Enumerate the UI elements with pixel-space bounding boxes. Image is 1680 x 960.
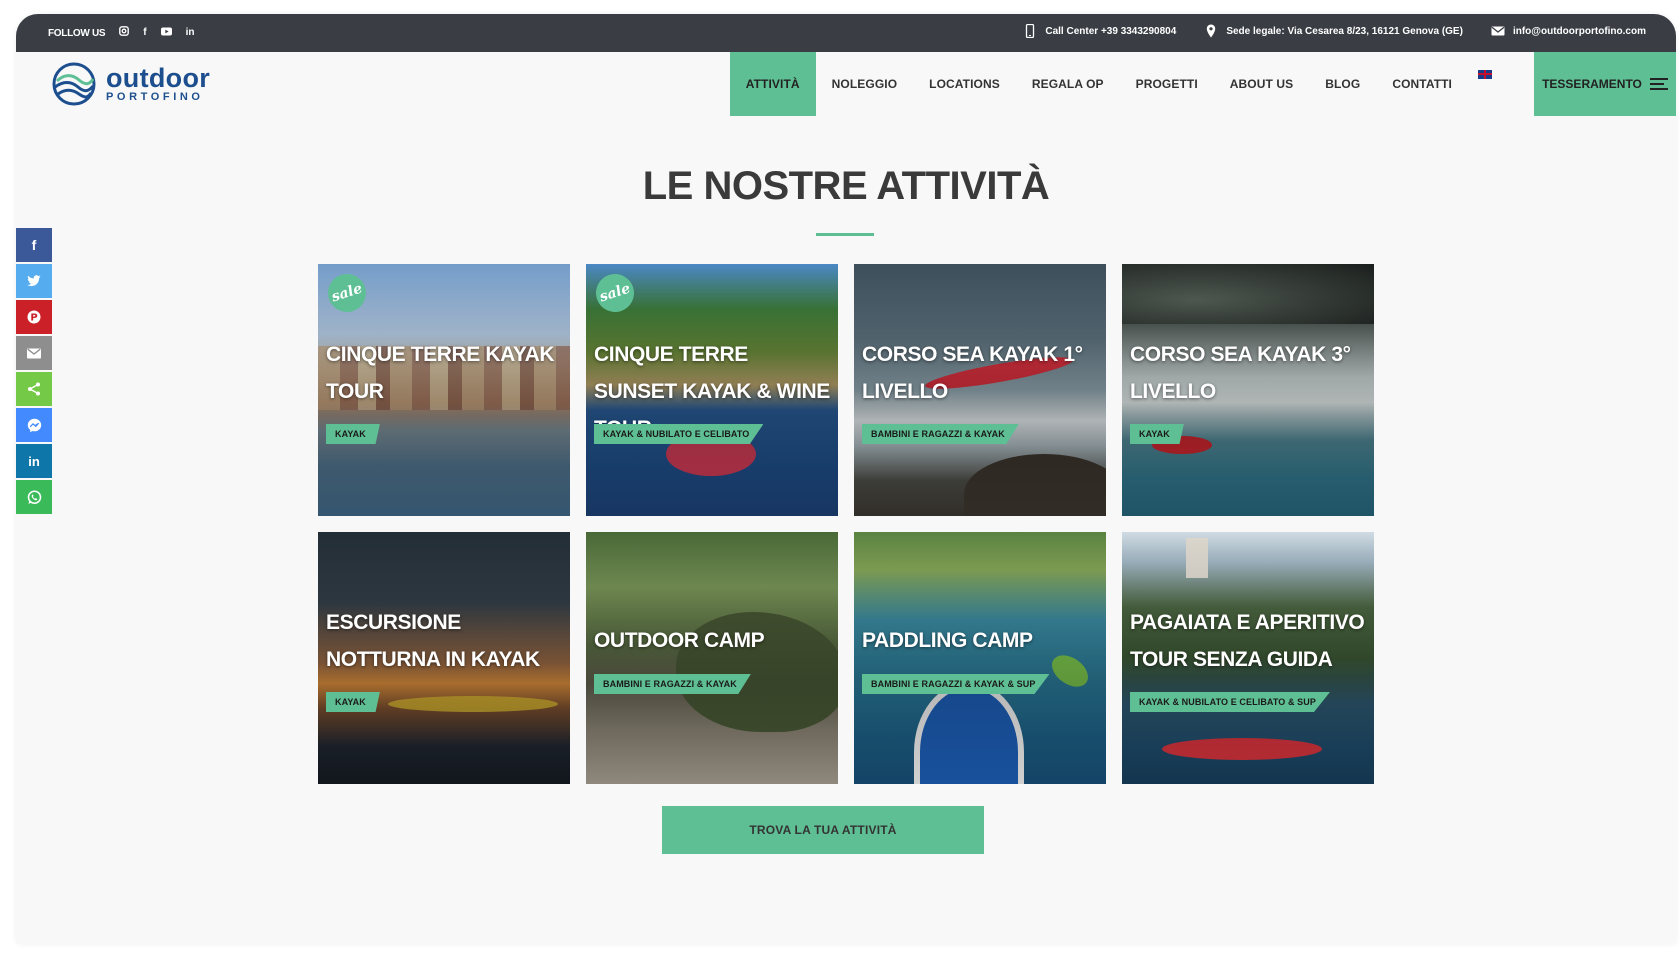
share-generic-button[interactable] [16,372,52,408]
card-title: OUTDOOR CAMP [594,629,765,652]
card-title: PAGAIATA E APERITIVO TOUR SENZA GUIDA [1130,611,1365,671]
logo[interactable]: outdoor PORTOFINO [52,62,210,106]
nav-item-regala-op[interactable]: REGALA OP [1016,52,1120,116]
activity-card[interactable]: OUTDOOR CAMP BAMBINI E RAGAZZI & KAYAK [586,532,838,784]
activity-card[interactable]: CORSO SEA KAYAK 1° LIVELLO BAMBINI E RAG… [854,264,1106,516]
logo-wordmark: outdoor [106,63,211,93]
title-underline [816,233,874,236]
mail-icon [27,348,41,358]
phone-icon [1026,24,1035,38]
share-facebook-button[interactable]: f [16,228,52,264]
activity-card[interactable]: sale CINQUE TERRE SUNSET KAYAK & WINE TO… [586,264,838,516]
logo-subtitle: PORTOFINO [106,91,204,103]
twitter-icon [27,275,41,287]
card-tag[interactable]: BAMBINI E RAGAZZI & KAYAK [594,674,751,694]
top-bar: FOLLOW US f in Call Center +39 334329080… [16,14,1676,52]
share-pinterest-button[interactable]: P [16,300,52,336]
activity-card[interactable]: sale CINQUE TERRE KAYAK TOUR KAYAK [318,264,570,516]
card-title: CINQUE TERRE KAYAK TOUR [326,343,555,403]
activity-card[interactable]: ESCURSIONE NOTTURNA IN KAYAK KAYAK [318,532,570,784]
card-tag[interactable]: KAYAK & NUBILATO E CELIBATO [594,424,764,444]
nav-item-blog[interactable]: BLOG [1309,52,1376,116]
nav-item-progetti[interactable]: PROGETTI [1120,52,1214,116]
share-linkedin-button[interactable]: in [16,444,52,480]
card-title: CORSO SEA KAYAK 3° LIVELLO [1130,343,1351,403]
email[interactable]: info@outdoorportofino.com [1491,24,1646,38]
nav-item-about-us[interactable]: ABOUT US [1214,52,1309,116]
tesseramento-label: TESSERAMENTO [1542,77,1642,91]
location-pin-icon [1207,24,1216,38]
card-tag[interactable]: KAYAK [1130,424,1184,444]
facebook-icon: f [31,237,37,253]
facebook-icon[interactable]: f [143,27,146,39]
whatsapp-icon [27,489,41,504]
card-tag[interactable]: BAMBINI E RAGAZZI & KAYAK & SUP [862,674,1050,694]
follow-us: FOLLOW US f in [48,26,195,40]
share-email-button[interactable] [16,336,52,372]
nav-item-attivita[interactable]: ATTIVITÀ [729,52,816,116]
browser-page: FOLLOW US f in Call Center +39 334329080… [16,14,1676,944]
activity-card[interactable]: PAGAIATA E APERITIVO TOUR SENZA GUIDA KA… [1122,532,1374,784]
card-tag[interactable]: KAYAK [326,692,380,712]
menu-icon [1649,78,1668,90]
card-title: ESCURSIONE NOTTURNA IN KAYAK [326,611,540,671]
card-title: PADDLING CAMP [862,629,1033,652]
logo-waves-icon [52,62,96,106]
section-title: LE NOSTRE ATTIVITÀ [642,164,1050,208]
nav-item-noleggio[interactable]: NOLEGGIO [816,52,913,116]
contact-info: Call Center +39 3343290804 Sede legale: … [1023,24,1646,38]
share-icon [28,382,40,396]
card-tag[interactable]: KAYAK [326,424,380,444]
main-nav: ATTIVITÀ NOLEGGIO LOCATIONS REGALA OP PR… [729,52,1510,116]
youtube-icon[interactable] [160,27,172,40]
instagram-icon[interactable] [119,26,130,40]
follow-us-label: FOLLOW US [48,27,106,39]
address-text: Sede legale: Via Cesarea 8/23, 16121 Gen… [1226,25,1463,37]
uk-flag-icon[interactable] [1478,69,1492,79]
linkedin-icon: in [28,453,40,469]
messenger-icon [27,418,41,432]
svg-text:P: P [30,313,37,324]
card-tag[interactable]: BAMBINI E RAGAZZI & KAYAK [862,424,1019,444]
mail-icon [1491,26,1505,36]
call-center[interactable]: Call Center +39 3343290804 [1023,24,1176,38]
nav-item-contatti[interactable]: CONTATTI [1376,52,1468,116]
address[interactable]: Sede legale: Via Cesarea 8/23, 16121 Gen… [1204,24,1463,38]
card-title: CORSO SEA KAYAK 1° LIVELLO [862,343,1083,403]
pinterest-icon: P [27,310,41,324]
activities-grid: sale CINQUE TERRE KAYAK TOUR KAYAK sale … [318,264,1378,784]
activity-card[interactable]: CORSO SEA KAYAK 3° LIVELLO KAYAK [1122,264,1374,516]
email-text: info@outdoorportofino.com [1512,25,1646,37]
card-tag[interactable]: KAYAK & NUBILATO E CELIBATO & SUP [1130,692,1330,712]
nav-item-locations[interactable]: LOCATIONS [913,52,1016,116]
share-twitter-button[interactable] [16,264,52,300]
linkedin-icon[interactable]: in [186,27,195,39]
tesseramento-button[interactable]: TESSERAMENTO [1534,52,1676,116]
call-center-text: Call Center +39 3343290804 [1045,25,1177,37]
main-header: outdoor PORTOFINO ATTIVITÀ NOLEGGIO LOCA… [16,52,1676,116]
activity-card[interactable]: PADDLING CAMP BAMBINI E RAGAZZI & KAYAK … [854,532,1106,784]
share-sidebar: f P in [16,228,52,516]
share-whatsapp-button[interactable] [16,480,52,516]
find-activity-button[interactable]: TROVA LA TUA ATTIVITÀ [662,806,984,854]
share-messenger-button[interactable] [16,408,52,444]
